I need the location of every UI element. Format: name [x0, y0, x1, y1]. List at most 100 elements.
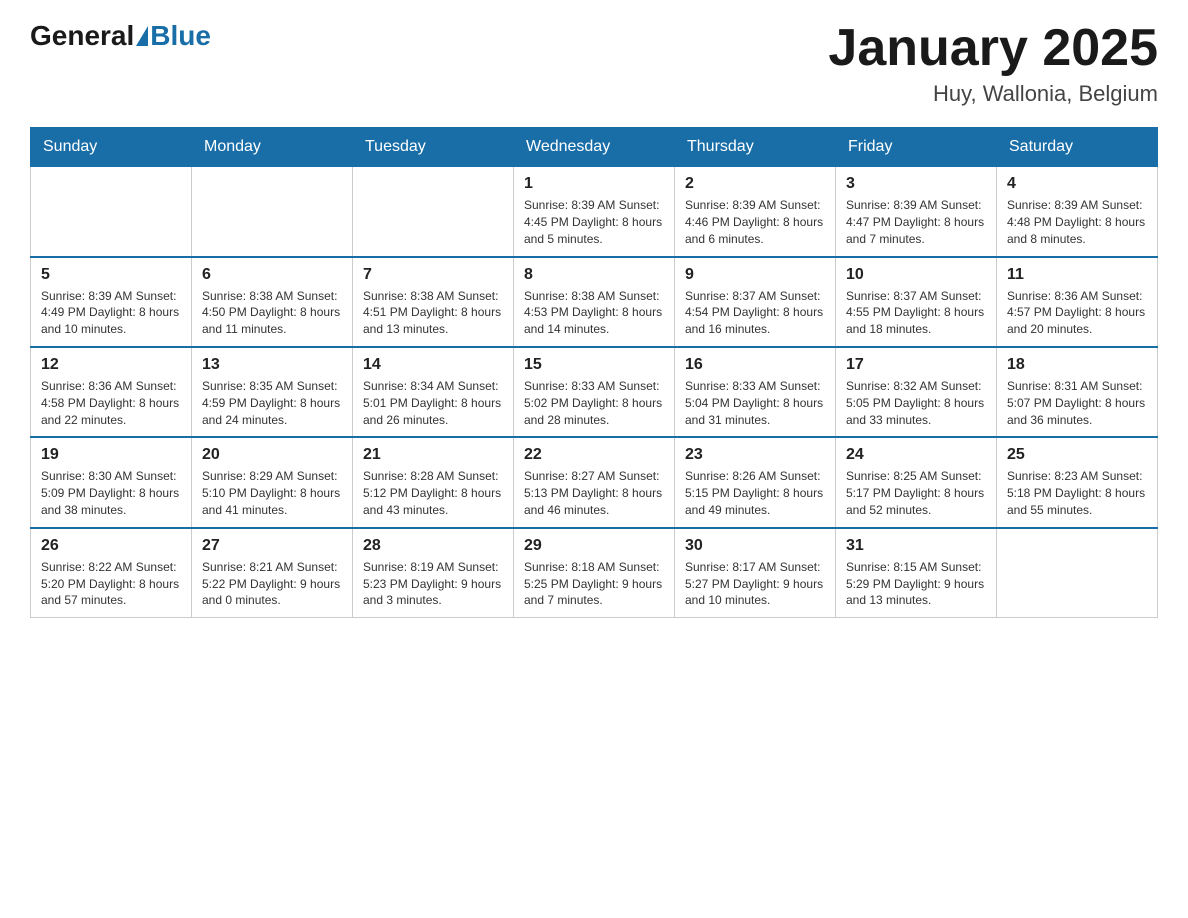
calendar-cell: 10 Sunrise: 8:37 AM Sunset: 4:55 PM Dayli… [836, 257, 997, 347]
logo-general-text: General [30, 20, 134, 52]
day-info: Sunrise: 8:23 AM Sunset: 5:18 PM Dayligh… [1007, 468, 1147, 518]
header-sunday: Sunday [31, 128, 192, 167]
day-number: 2 [685, 175, 825, 193]
calendar-week-row: 12Sunrise: 8:36 AM Sunset: 4:58 PM Dayli… [31, 347, 1158, 437]
day-number: 28 [363, 537, 503, 555]
day-number: 11 [1007, 266, 1147, 284]
calendar-cell: 25Sunrise: 8:23 AM Sunset: 5:18 PM Dayli… [997, 437, 1158, 527]
calendar-week-row: 19Sunrise: 8:30 AM Sunset: 5:09 PM Dayli… [31, 437, 1158, 527]
month-title: January 2025 [828, 20, 1158, 77]
calendar-cell: 14 Sunrise: 8:34 AM Sunset: 5:01 PM Dayli… [353, 347, 514, 437]
day-number: 13 [202, 356, 342, 374]
day-number: 8 [524, 266, 664, 284]
day-number: 9 [685, 266, 825, 284]
location-subtitle: Huy, Wallonia, Belgium [828, 81, 1158, 107]
day-info: Sunrise: 8:36 AM Sunset: 4:58 PM Dayligh… [41, 378, 181, 428]
day-number: 16 [685, 356, 825, 374]
calendar-cell: 23 Sunrise: 8:26 AM Sunset: 5:15 PM Dayli… [675, 437, 836, 527]
day-info: Sunrise: 8:38 AM Sunset: 4:50 PM Dayligh… [202, 288, 342, 338]
day-number: 1 [524, 175, 664, 193]
day-info: Sunrise: 8:15 AM Sunset: 5:29 PM Dayligh… [846, 559, 986, 609]
calendar-table: Sunday Monday Tuesday Wednesday Thursday… [30, 127, 1158, 618]
day-info: Sunrise: 8:39 AM Sunset: 4:49 PM Dayligh… [41, 288, 181, 338]
day-info: Sunrise: 8:38 AM Sunset: 4:53 PM Dayligh… [524, 288, 664, 338]
day-info: Sunrise: 8:31 AM Sunset: 5:07 PM Dayligh… [1007, 378, 1147, 428]
header-thursday: Thursday [675, 128, 836, 167]
day-number: 14 [363, 356, 503, 374]
day-info: Sunrise: 8:18 AM Sunset: 5:25 PM Dayligh… [524, 559, 664, 609]
calendar-cell: 15Sunrise: 8:33 AM Sunset: 5:02 PM Dayli… [514, 347, 675, 437]
calendar-cell: 11Sunrise: 8:36 AM Sunset: 4:57 PM Dayli… [997, 257, 1158, 347]
calendar-cell: 5Sunrise: 8:39 AM Sunset: 4:49 PM Daylig… [31, 257, 192, 347]
day-number: 26 [41, 537, 181, 555]
calendar-week-row: 5Sunrise: 8:39 AM Sunset: 4:49 PM Daylig… [31, 257, 1158, 347]
day-number: 30 [685, 537, 825, 555]
day-info: Sunrise: 8:22 AM Sunset: 5:20 PM Dayligh… [41, 559, 181, 609]
day-number: 22 [524, 446, 664, 464]
day-number: 24 [846, 446, 986, 464]
day-info: Sunrise: 8:29 AM Sunset: 5:10 PM Dayligh… [202, 468, 342, 518]
day-number: 23 [685, 446, 825, 464]
day-number: 31 [846, 537, 986, 555]
header-monday: Monday [192, 128, 353, 167]
title-block: January 2025 Huy, Wallonia, Belgium [828, 20, 1158, 107]
calendar-cell: 16 Sunrise: 8:33 AM Sunset: 5:04 PM Dayli… [675, 347, 836, 437]
day-number: 7 [363, 266, 503, 284]
calendar-cell: 30 Sunrise: 8:17 AM Sunset: 5:27 PM Dayli… [675, 528, 836, 618]
day-number: 6 [202, 266, 342, 284]
day-number: 27 [202, 537, 342, 555]
calendar-cell [997, 528, 1158, 618]
header-wednesday: Wednesday [514, 128, 675, 167]
day-number: 19 [41, 446, 181, 464]
logo: General Blue [30, 20, 211, 52]
calendar-cell [192, 167, 353, 257]
day-info: Sunrise: 8:33 AM Sunset: 5:04 PM Dayligh… [685, 378, 825, 428]
day-info: Sunrise: 8:39 AM Sunset: 4:48 PM Dayligh… [1007, 197, 1147, 247]
calendar-cell: 7 Sunrise: 8:38 AM Sunset: 4:51 PM Daylig… [353, 257, 514, 347]
calendar-week-row: 1 Sunrise: 8:39 AM Sunset: 4:45 PM Daylig… [31, 167, 1158, 257]
day-info: Sunrise: 8:33 AM Sunset: 5:02 PM Dayligh… [524, 378, 664, 428]
day-info: Sunrise: 8:37 AM Sunset: 4:55 PM Dayligh… [846, 288, 986, 338]
calendar-cell: 1 Sunrise: 8:39 AM Sunset: 4:45 PM Daylig… [514, 167, 675, 257]
calendar-cell: 13 Sunrise: 8:35 AM Sunset: 4:59 PM Dayli… [192, 347, 353, 437]
day-number: 10 [846, 266, 986, 284]
day-info: Sunrise: 8:19 AM Sunset: 5:23 PM Dayligh… [363, 559, 503, 609]
calendar-week-row: 26 Sunrise: 8:22 AM Sunset: 5:20 PM Dayli… [31, 528, 1158, 618]
day-info: Sunrise: 8:37 AM Sunset: 4:54 PM Dayligh… [685, 288, 825, 338]
calendar-cell: 24 Sunrise: 8:25 AM Sunset: 5:17 PM Dayli… [836, 437, 997, 527]
calendar-cell: 4 Sunrise: 8:39 AM Sunset: 4:48 PM Daylig… [997, 167, 1158, 257]
header-tuesday: Tuesday [353, 128, 514, 167]
day-info: Sunrise: 8:39 AM Sunset: 4:47 PM Dayligh… [846, 197, 986, 247]
day-info: Sunrise: 8:21 AM Sunset: 5:22 PM Dayligh… [202, 559, 342, 609]
day-info: Sunrise: 8:25 AM Sunset: 5:17 PM Dayligh… [846, 468, 986, 518]
calendar-cell: 17Sunrise: 8:32 AM Sunset: 5:05 PM Dayli… [836, 347, 997, 437]
calendar-cell [31, 167, 192, 257]
day-info: Sunrise: 8:38 AM Sunset: 4:51 PM Dayligh… [363, 288, 503, 338]
calendar-cell: 6 Sunrise: 8:38 AM Sunset: 4:50 PM Daylig… [192, 257, 353, 347]
day-info: Sunrise: 8:39 AM Sunset: 4:46 PM Dayligh… [685, 197, 825, 247]
day-info: Sunrise: 8:26 AM Sunset: 5:15 PM Dayligh… [685, 468, 825, 518]
day-number: 18 [1007, 356, 1147, 374]
calendar-header-row: Sunday Monday Tuesday Wednesday Thursday… [31, 128, 1158, 167]
calendar-cell: 12Sunrise: 8:36 AM Sunset: 4:58 PM Dayli… [31, 347, 192, 437]
day-info: Sunrise: 8:34 AM Sunset: 5:01 PM Dayligh… [363, 378, 503, 428]
day-number: 20 [202, 446, 342, 464]
day-number: 3 [846, 175, 986, 193]
calendar-cell: 3 Sunrise: 8:39 AM Sunset: 4:47 PM Daylig… [836, 167, 997, 257]
calendar-cell: 9 Sunrise: 8:37 AM Sunset: 4:54 PM Daylig… [675, 257, 836, 347]
day-info: Sunrise: 8:39 AM Sunset: 4:45 PM Dayligh… [524, 197, 664, 247]
day-number: 4 [1007, 175, 1147, 193]
calendar-cell: 26 Sunrise: 8:22 AM Sunset: 5:20 PM Dayli… [31, 528, 192, 618]
page-header: General Blue January 2025 Huy, Wallonia,… [30, 20, 1158, 107]
calendar-cell: 31 Sunrise: 8:15 AM Sunset: 5:29 PM Dayli… [836, 528, 997, 618]
day-number: 21 [363, 446, 503, 464]
day-number: 29 [524, 537, 664, 555]
calendar-cell: 21Sunrise: 8:28 AM Sunset: 5:12 PM Dayli… [353, 437, 514, 527]
day-info: Sunrise: 8:35 AM Sunset: 4:59 PM Dayligh… [202, 378, 342, 428]
header-saturday: Saturday [997, 128, 1158, 167]
calendar-cell: 2 Sunrise: 8:39 AM Sunset: 4:46 PM Daylig… [675, 167, 836, 257]
day-info: Sunrise: 8:17 AM Sunset: 5:27 PM Dayligh… [685, 559, 825, 609]
calendar-cell: 29 Sunrise: 8:18 AM Sunset: 5:25 PM Dayli… [514, 528, 675, 618]
day-info: Sunrise: 8:27 AM Sunset: 5:13 PM Dayligh… [524, 468, 664, 518]
calendar-cell: 22 Sunrise: 8:27 AM Sunset: 5:13 PM Dayli… [514, 437, 675, 527]
